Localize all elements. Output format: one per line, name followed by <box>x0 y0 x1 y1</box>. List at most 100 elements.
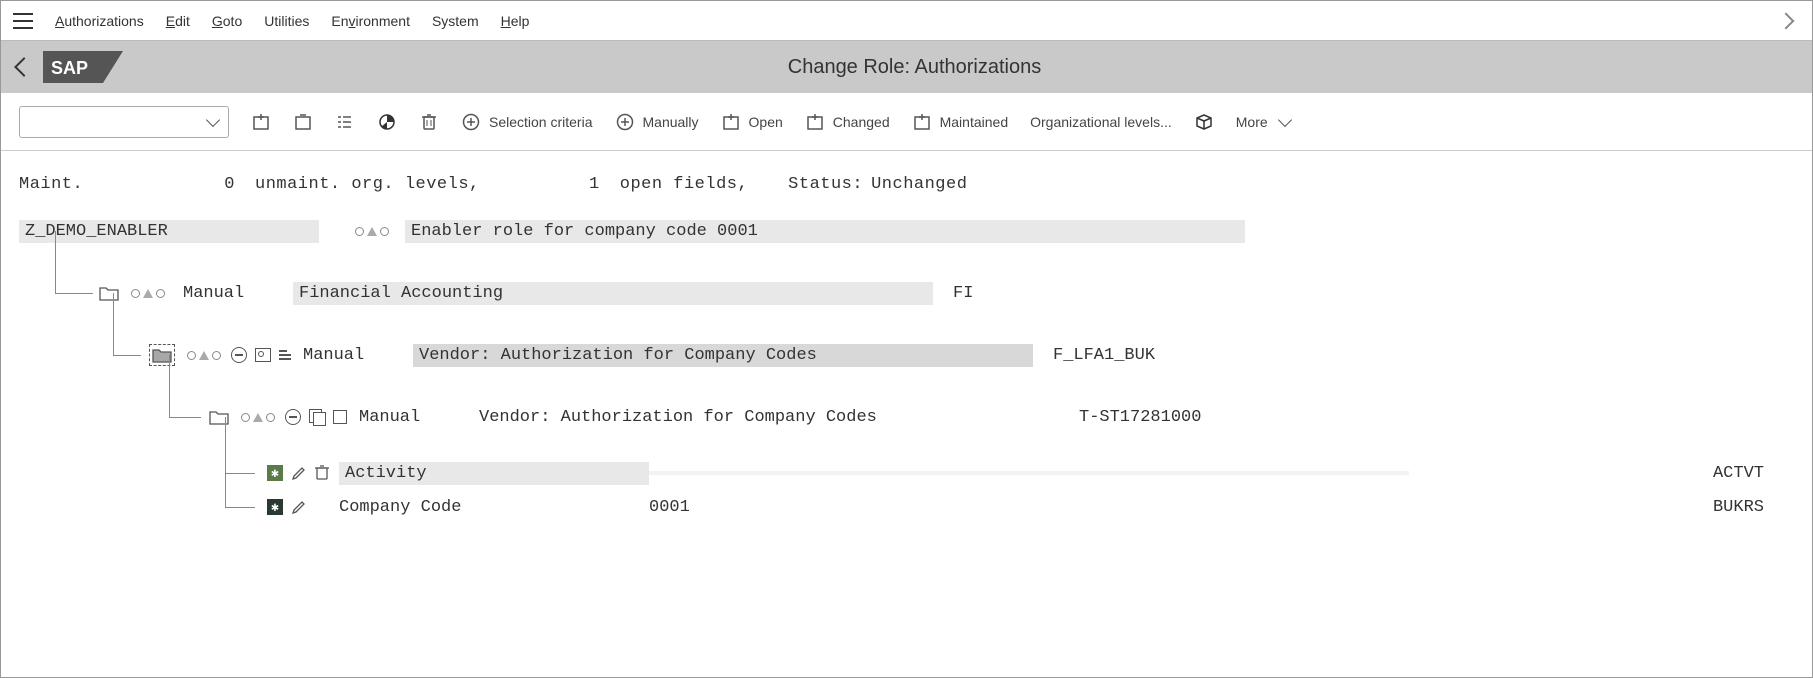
field-tech: ACTVT <box>1713 464 1794 483</box>
auth-tree: Z_DEMO_ENABLER Enabler role for company … <box>1 204 1812 544</box>
chevron-right-icon[interactable] <box>1778 12 1795 29</box>
variant-combo[interactable] <box>19 106 229 138</box>
sap-logo: SAP <box>43 47 123 87</box>
menu-edit[interactable]: EditEdit <box>166 13 190 29</box>
plus-circle-icon <box>461 112 481 132</box>
svg-text:SAP: SAP <box>51 58 88 78</box>
field-value[interactable] <box>649 471 1409 475</box>
tree-auth-row[interactable]: Manual Vendor: Authorization for Company… <box>19 400 1794 434</box>
more-label: More <box>1236 114 1268 130</box>
field-value[interactable]: 0001 <box>649 498 1409 517</box>
menu-environment[interactable]: EnvironmentEnvironment <box>331 13 410 29</box>
expand-open-icon <box>721 112 741 132</box>
status-line: Maint. 0 unmaint. org. levels, 1 open fi… <box>1 151 1812 204</box>
menu-authorizations[interactable]: AAuthorizationsuthorizations <box>55 13 144 29</box>
tree-field-row[interactable]: ✱ Company Code 0001 BUKRS <box>19 490 1794 524</box>
list-icon[interactable] <box>279 350 291 360</box>
minus-circle-icon[interactable] <box>285 409 301 425</box>
pencil-icon[interactable] <box>291 499 307 515</box>
chevron-down-icon <box>206 113 220 127</box>
trash-icon <box>419 112 439 132</box>
delete-button[interactable] <box>419 106 439 138</box>
traffic-light-icon <box>131 289 165 298</box>
changed-button[interactable]: Changed <box>805 106 890 138</box>
status-label: Status: <box>788 175 863 194</box>
open-label: open fields, <box>620 175 748 194</box>
object-desc: Vendor: Authorization for Company Codes <box>413 344 1033 367</box>
cube-button[interactable] <box>1194 106 1214 138</box>
object-tech: F_LFA1_BUK <box>1053 346 1155 365</box>
back-button[interactable] <box>14 57 34 77</box>
menubar: AAuthorizationsuthorizations EditEdit Go… <box>1 1 1812 41</box>
plus-circle-icon <box>615 112 635 132</box>
menu-utilities[interactable]: Utilities <box>264 13 309 29</box>
auth-tech: T-ST17281000 <box>1079 408 1201 427</box>
maintained-label: Maintained <box>940 114 1009 130</box>
maint-label: Maint. <box>19 175 199 194</box>
field-tech: BUKRS <box>1713 498 1794 517</box>
collapse-subtree-button[interactable] <box>293 106 313 138</box>
changed-label: Changed <box>833 114 890 130</box>
expand-plus-icon <box>251 112 271 132</box>
auth-maint: Manual <box>359 408 479 427</box>
unmaint-label: unmaint. org. levels, <box>255 175 480 194</box>
expand-subtree-button[interactable] <box>251 106 271 138</box>
open-count: 1 <box>480 175 600 194</box>
collapse-minus-icon <box>293 112 313 132</box>
trash-icon[interactable] <box>315 465 329 481</box>
pencil-icon[interactable] <box>291 465 307 481</box>
titlebar: SAP Change Role: Authorizations <box>1 41 1812 93</box>
minus-circle-icon[interactable] <box>231 347 247 363</box>
class-maint: Manual <box>183 284 293 303</box>
field-label: Company Code <box>339 498 649 517</box>
folder-icon <box>99 285 119 301</box>
expand-maintained-icon <box>912 112 932 132</box>
pie-icon <box>377 112 397 132</box>
tree-list-button[interactable] <box>335 106 355 138</box>
cube-icon <box>1194 112 1214 132</box>
open-label: Open <box>749 114 783 130</box>
root-name: Z_DEMO_ENABLER <box>19 220 319 243</box>
star-icon[interactable]: ✱ <box>267 499 283 515</box>
traffic-light-icon <box>241 413 275 422</box>
manually-label: Manually <box>643 114 699 130</box>
selected-node <box>149 344 175 366</box>
tree-field-row[interactable]: ✱ Activity ACTVT <box>19 456 1794 490</box>
auth-desc: Vendor: Authorization for Company Codes <box>479 408 1069 427</box>
maintained-button[interactable]: Maintained <box>912 106 1009 138</box>
selection-criteria-label: Selection criteria <box>489 114 593 130</box>
star-icon[interactable]: ✱ <box>267 465 283 481</box>
object-maint: Manual <box>303 346 413 365</box>
tree-root-row[interactable]: Z_DEMO_ENABLER Enabler role for company … <box>19 214 1794 248</box>
hamburger-icon[interactable] <box>13 13 33 29</box>
tree-object-row[interactable]: Manual Vendor: Authorization for Company… <box>19 338 1794 372</box>
org-levels-label: Organizational levels... <box>1030 114 1172 130</box>
chevron-down-icon <box>1278 113 1292 127</box>
picture-icon[interactable] <box>255 348 271 362</box>
class-desc: Financial Accounting <box>293 282 933 305</box>
menu-goto[interactable]: GotoGoto <box>212 13 242 29</box>
status-value: Unchanged <box>871 175 967 194</box>
tree-class-row[interactable]: Manual Financial Accounting FI <box>19 276 1794 310</box>
selection-criteria-button[interactable]: Selection criteria <box>461 106 593 138</box>
manually-button[interactable]: Manually <box>615 106 699 138</box>
menu-system[interactable]: System <box>432 13 479 29</box>
tree-list-icon <box>335 112 355 132</box>
unmaint-count: 0 <box>205 175 235 194</box>
menu-help[interactable]: HelpHelp <box>501 13 530 29</box>
folder-icon <box>209 409 229 425</box>
field-label: Activity <box>339 462 649 485</box>
traffic-light-icon <box>187 351 221 360</box>
toolbar: Selection criteria Manually Open Changed… <box>1 93 1812 151</box>
expand-changed-icon <box>805 112 825 132</box>
more-button[interactable]: More <box>1236 106 1290 138</box>
page-title: Change Role: Authorizations <box>135 56 1694 79</box>
square-icon[interactable] <box>333 410 347 424</box>
root-desc: Enabler role for company code 0001 <box>405 220 1245 243</box>
class-tech: FI <box>953 284 973 303</box>
org-levels-button[interactable]: Organizational levels... <box>1030 106 1172 138</box>
copy-icon[interactable] <box>309 409 325 425</box>
open-button[interactable]: Open <box>721 106 783 138</box>
window: AAuthorizationsuthorizations EditEdit Go… <box>0 0 1813 678</box>
legend-button[interactable] <box>377 106 397 138</box>
